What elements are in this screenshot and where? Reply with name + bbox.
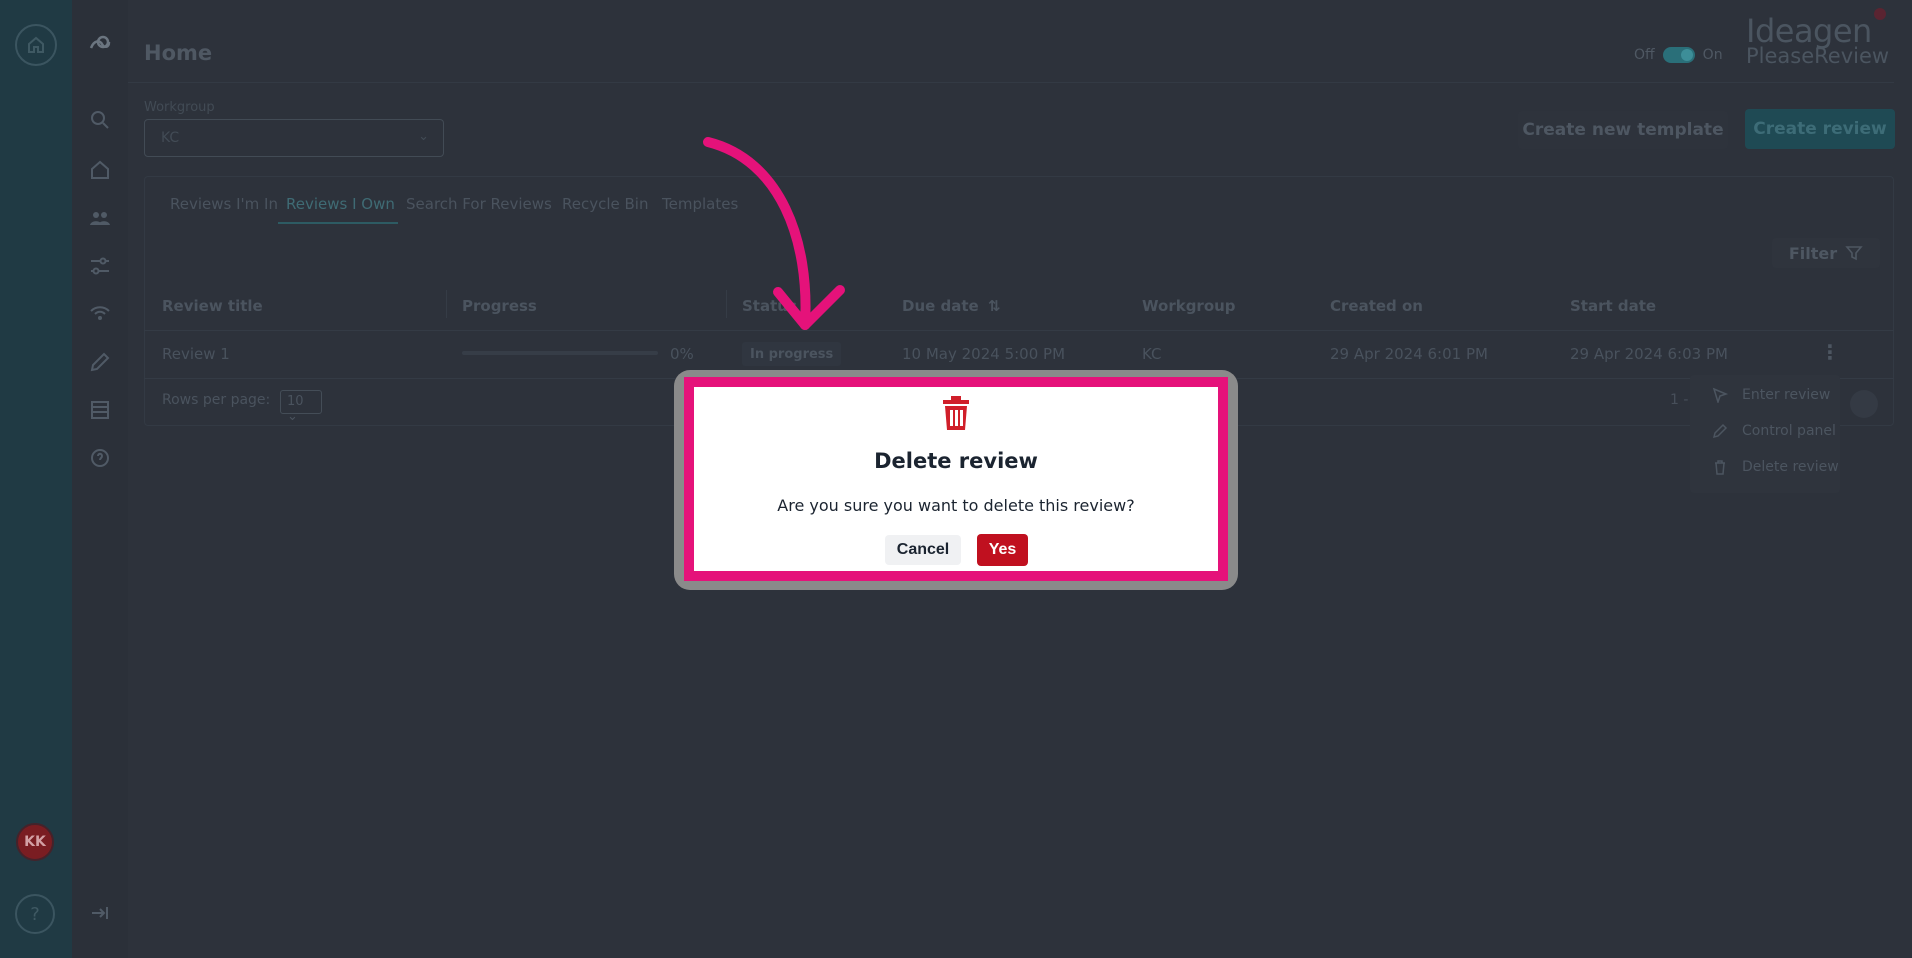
row-menu-icon[interactable]: ⋮ [1820, 340, 1840, 364]
users-icon[interactable] [88, 206, 112, 230]
col-start-date[interactable]: Start date [1570, 297, 1656, 315]
page-title: Home [144, 41, 213, 65]
rows-per-page-value: 10 [287, 394, 304, 409]
logo-icon[interactable] [88, 32, 112, 56]
user-avatar[interactable]: KK [16, 823, 54, 861]
tab-reviews-i-own[interactable]: Reviews I Own [286, 195, 395, 213]
col-progress[interactable]: Progress [462, 297, 537, 315]
create-review-button[interactable]: Create review [1745, 109, 1895, 149]
trash-icon [943, 396, 969, 430]
mode-toggle[interactable]: Off On [1634, 47, 1723, 63]
confirm-delete-button[interactable]: Yes [977, 534, 1028, 566]
side-nav [72, 0, 128, 958]
home-icon [28, 36, 44, 53]
tab-search-for-reviews[interactable]: Search For Reviews [406, 195, 552, 213]
cursor-icon [1712, 387, 1728, 403]
workgroup-label: Workgroup [144, 100, 215, 115]
menu-item-delete-review[interactable]: Delete review [1712, 459, 1839, 475]
cell-due-date: 10 May 2024 5:00 PM [902, 345, 1066, 363]
cancel-button[interactable]: Cancel [885, 535, 961, 565]
toggle-on-label: On [1702, 47, 1723, 63]
home-nav-icon[interactable] [88, 158, 112, 182]
active-tab-indicator [278, 222, 398, 224]
sort-icon[interactable]: ⇅ [988, 297, 1001, 315]
chevron-down-icon: ⌄ [418, 129, 429, 144]
signal-icon[interactable] [88, 302, 112, 326]
modal-message: Are you sure you want to delete this rev… [777, 496, 1135, 515]
cell-start-date: 29 Apr 2024 6:03 PM [1570, 345, 1728, 363]
list-icon[interactable] [88, 398, 112, 422]
row-context-menu: Enter review Control panel Delete review [1690, 375, 1840, 493]
annotation-arrow-icon [703, 137, 845, 330]
brand-dot-icon [1874, 8, 1886, 20]
filter-label: Filter [1788, 243, 1838, 263]
brand-product: PleaseReview [1746, 44, 1890, 69]
search-icon[interactable] [88, 108, 112, 132]
cell-progress: 0% [670, 345, 694, 363]
rows-per-page-select[interactable]: 10 ⌄ [280, 390, 322, 424]
cell-created-on: 29 Apr 2024 6:01 PM [1330, 345, 1488, 363]
cell-review-title[interactable]: Review 1 [162, 345, 230, 363]
filter-button[interactable]: Filter [1772, 238, 1880, 268]
help-button[interactable]: ? [15, 894, 55, 934]
trash-icon [1715, 460, 1725, 475]
expand-nav-icon[interactable] [88, 901, 112, 925]
tab-recycle-bin[interactable]: Recycle Bin [562, 195, 648, 213]
col-workgroup[interactable]: Workgroup [1142, 297, 1236, 315]
menu-item-control-panel[interactable]: Control panel [1712, 423, 1836, 439]
workgroup-select[interactable]: KC ⌄ [144, 119, 444, 157]
col-separator [446, 290, 447, 318]
pager-text: 1 - [1670, 392, 1689, 408]
pencil-icon [1712, 423, 1728, 439]
progress-bar [462, 351, 658, 355]
pencil-icon[interactable] [88, 350, 112, 374]
app-home-button[interactable] [15, 24, 57, 66]
rows-per-page-label: Rows per page: [162, 392, 271, 408]
col-created-on[interactable]: Created on [1330, 297, 1423, 315]
header-divider [128, 82, 1894, 83]
app-rail: KK ? [0, 0, 72, 958]
toggle-off-label: Off [1634, 47, 1655, 63]
workgroup-value: KC [161, 130, 180, 146]
modal-title: Delete review [874, 449, 1038, 473]
sliders-icon[interactable] [88, 254, 112, 278]
cell-workgroup: KC [1142, 345, 1162, 363]
menu-item-label: Control panel [1742, 423, 1836, 439]
create-template-button[interactable]: Create new template [1518, 111, 1728, 149]
menu-item-label: Delete review [1742, 459, 1839, 475]
col-due-date[interactable]: Due date [902, 297, 979, 315]
brand-logo: Ideagen PleaseReview [1746, 8, 1890, 69]
pager-next-button[interactable] [1850, 390, 1878, 418]
menu-item-label: Enter review [1742, 387, 1831, 403]
col-review-title[interactable]: Review title [162, 297, 263, 315]
help-circle-icon[interactable] [88, 446, 112, 470]
header-row-divider [144, 330, 1894, 331]
tab-reviews-im-in[interactable]: Reviews I'm In [170, 195, 278, 213]
chevron-down-icon: ⌄ [287, 409, 298, 424]
toggle-switch[interactable] [1662, 47, 1695, 63]
menu-item-enter-review[interactable]: Enter review [1712, 387, 1830, 403]
filter-icon [1845, 246, 1863, 261]
status-badge: In progress [742, 342, 842, 366]
question-icon: ? [30, 903, 40, 925]
